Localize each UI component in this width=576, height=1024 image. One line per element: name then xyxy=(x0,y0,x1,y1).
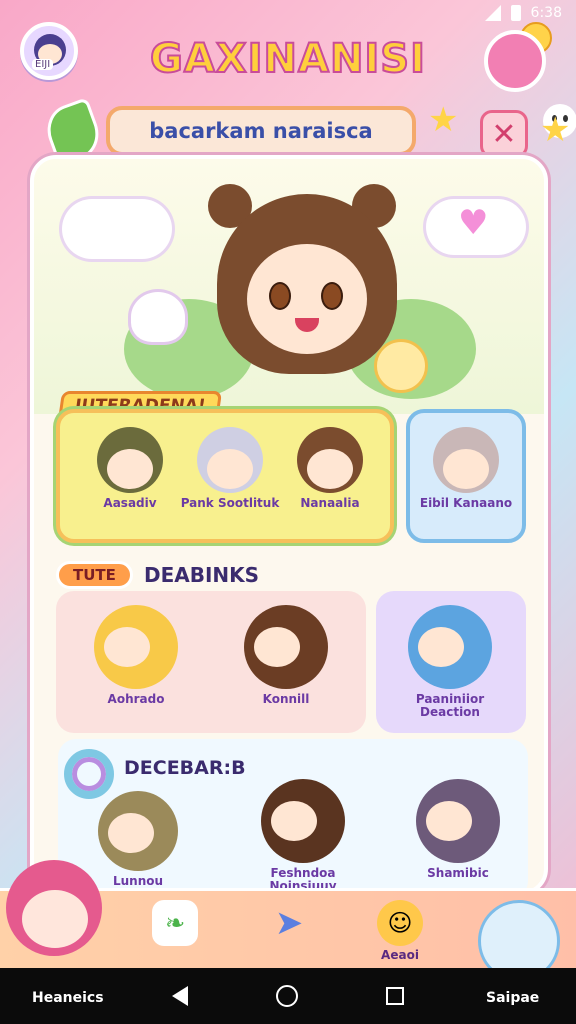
character-name: Shamibic xyxy=(427,866,489,880)
character-avatar xyxy=(433,427,499,493)
leaf-icon: ❧ xyxy=(152,900,198,946)
character-card[interactable]: Paaniniior Deaction xyxy=(390,605,510,719)
profile-badge: EIJI xyxy=(32,59,54,70)
nav-item-smiley[interactable]: ☺ Aeaoi xyxy=(372,900,428,962)
main-panel: ♥ IUTFRADENA! Aasadiv Pank Sootlituk Nan… xyxy=(30,155,548,895)
chick-mascot-icon xyxy=(374,339,428,393)
character-card[interactable]: Aohrado xyxy=(76,605,196,706)
signal-icon xyxy=(484,5,501,21)
star-sticker-icon: ★ xyxy=(540,110,571,150)
character-row: Aohrado Konnill xyxy=(56,591,366,733)
character-name: Paaniniior Deaction xyxy=(415,692,485,719)
cloud-icon xyxy=(62,199,172,259)
ring-icon xyxy=(64,749,114,799)
corner-character-left[interactable] xyxy=(6,860,114,980)
hero-banner: ♥ xyxy=(34,159,544,414)
character-card[interactable]: Konnill xyxy=(226,605,346,706)
character-avatar xyxy=(297,427,363,493)
character-card[interactable]: Pank Sootlituk xyxy=(180,427,280,510)
star-sticker-icon: ★ xyxy=(428,100,459,140)
nav-item-send[interactable]: ➤ xyxy=(266,900,312,946)
section-title: DEABINKS xyxy=(144,563,260,587)
paper-plane-icon: ➤ xyxy=(274,903,304,943)
character-name: Aasadiv xyxy=(103,496,157,510)
mouth-icon xyxy=(295,318,319,332)
character-card-highlight[interactable]: Paaniniior Deaction xyxy=(376,591,526,733)
character-avatar xyxy=(408,605,492,689)
character-face xyxy=(247,244,367,354)
character-avatar xyxy=(416,779,500,863)
character-avatar xyxy=(261,779,345,863)
close-icon: ✕ xyxy=(491,116,517,152)
eye-icon xyxy=(321,282,343,310)
status-time: 6:38 xyxy=(530,5,562,21)
mascot-button[interactable] xyxy=(484,30,576,138)
nav-label: Aeaoi xyxy=(381,948,419,962)
profile-avatar[interactable]: EIJI xyxy=(20,22,78,80)
smiley-icon: ☺ xyxy=(377,900,423,946)
bottom-name-left: Heaneics xyxy=(32,990,104,1006)
character-card[interactable]: Aasadiv xyxy=(80,427,180,510)
search-bar[interactable]: bacarkam naraisca xyxy=(106,106,416,156)
character-card[interactable]: Shamibic xyxy=(398,779,518,880)
character-avatar xyxy=(6,860,102,956)
character-card[interactable]: Eibil Kanaano xyxy=(416,427,516,510)
character-name: Aohrado xyxy=(107,692,165,706)
character-name: Pank Sootlituk xyxy=(180,496,280,510)
search-text: bacarkam naraisca xyxy=(149,119,373,143)
character-card[interactable]: Nanaalia xyxy=(280,427,380,510)
bottom-name-right: Saipae xyxy=(486,990,540,1006)
character-avatar xyxy=(244,605,328,689)
heart-icon: ♥ xyxy=(458,203,489,243)
recent-apps-icon[interactable] xyxy=(386,987,404,1005)
character-avatar xyxy=(94,605,178,689)
status-bar: 6:38 xyxy=(0,0,576,26)
character-card[interactable]: Feshndoa Noinsiuuy xyxy=(238,779,368,891)
character-name: Nanaalia xyxy=(300,496,360,510)
section-tag: TUTE xyxy=(56,561,133,589)
character-avatar xyxy=(98,791,178,871)
character-avatar xyxy=(97,427,163,493)
battery-icon xyxy=(510,5,521,21)
nav-item-leaf[interactable]: ❧ xyxy=(152,900,198,946)
character-name: Eibil Kanaano xyxy=(419,496,513,510)
eye-icon xyxy=(269,282,291,310)
home-icon[interactable] xyxy=(276,985,298,1007)
character-name: Konnill xyxy=(262,692,310,706)
app-title: GAXINANISI xyxy=(149,35,426,83)
back-icon[interactable] xyxy=(172,986,188,1006)
ghost-mascot-icon xyxy=(128,289,188,345)
character-avatar xyxy=(197,427,263,493)
close-button[interactable]: ✕ xyxy=(480,110,528,158)
single-character-card[interactable]: Eibil Kanaano xyxy=(406,409,526,543)
section-title: DECEBAR:B xyxy=(124,757,246,779)
group-character-card[interactable]: Aasadiv Pank Sootlituk Nanaalia xyxy=(56,409,394,543)
